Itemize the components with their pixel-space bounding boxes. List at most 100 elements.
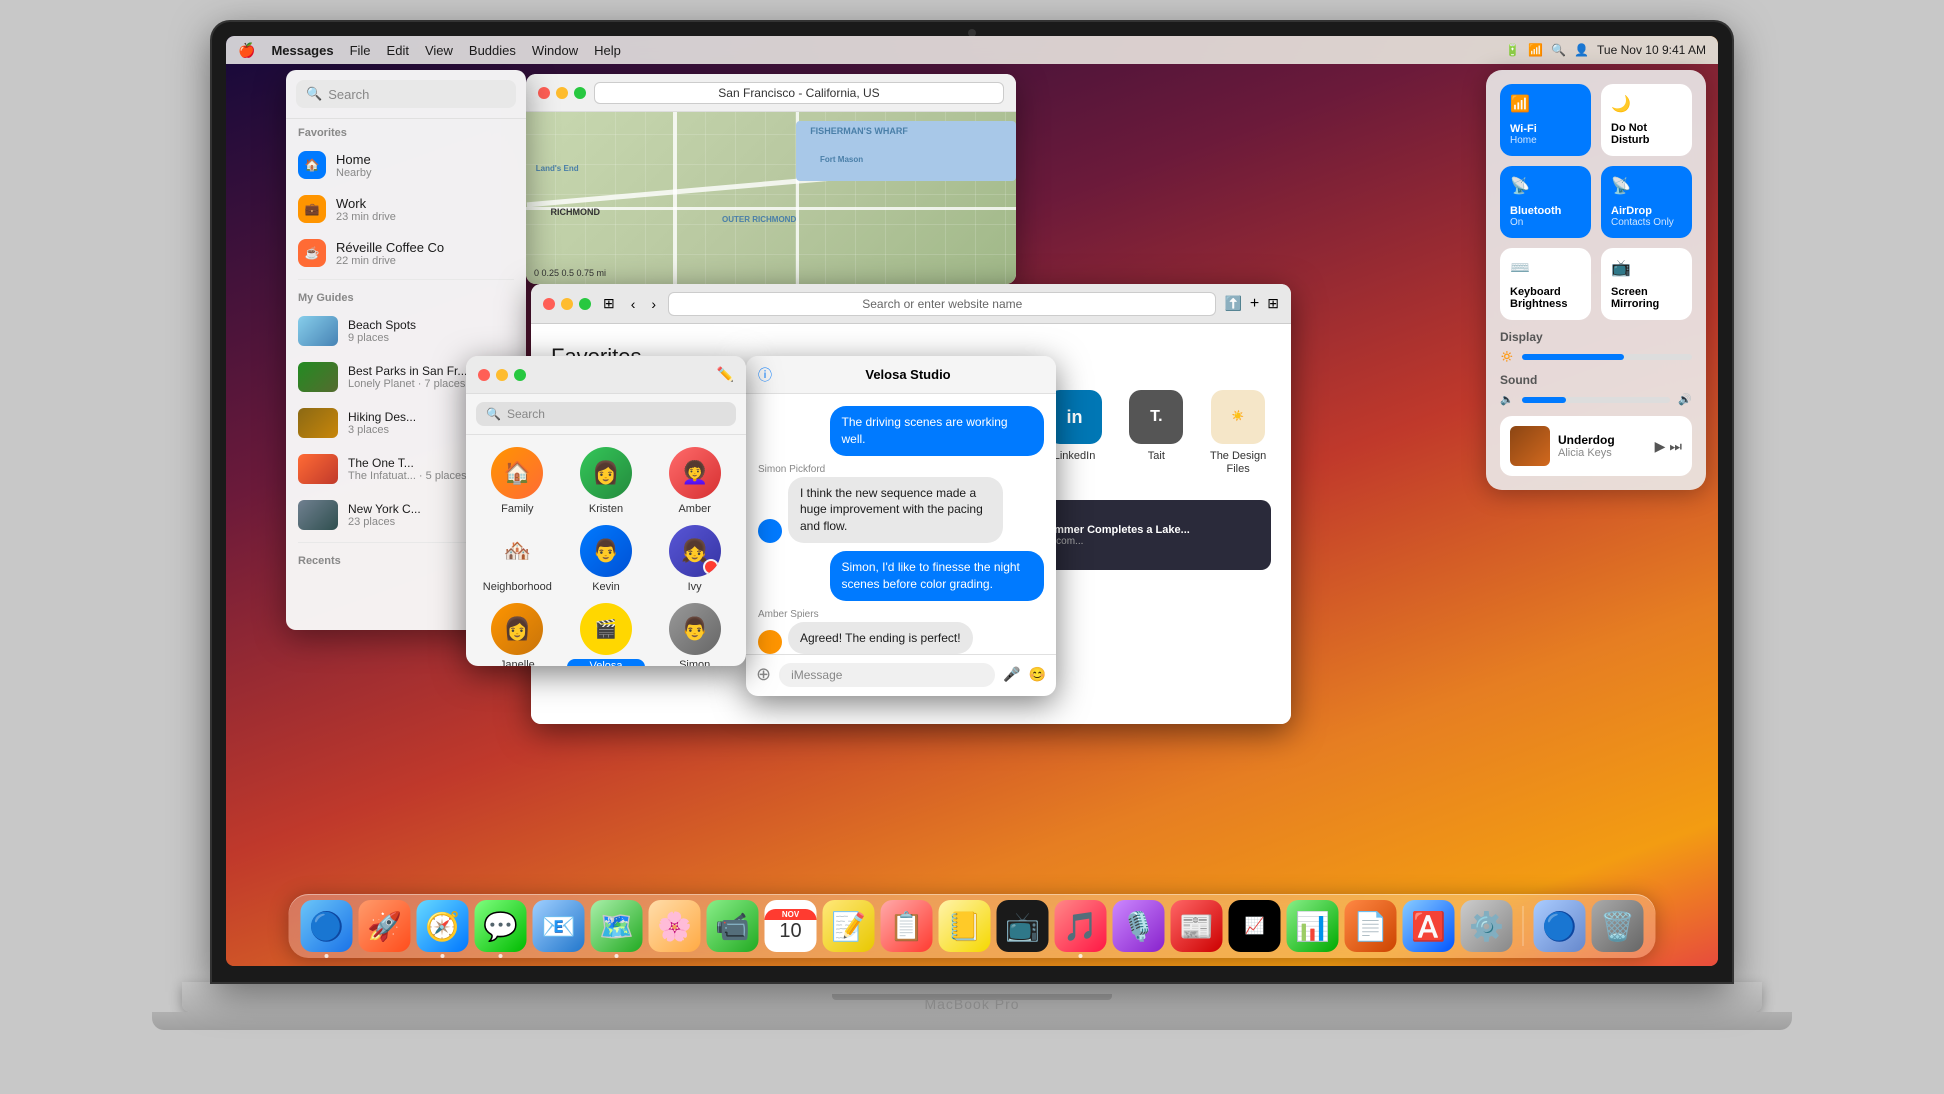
maps-home-item[interactable]: 🏠 Home Nearby <box>286 143 526 187</box>
safari-close-btn[interactable] <box>543 298 555 310</box>
cc-mirroring-tile[interactable]: 📺 Screen Mirroring <box>1601 248 1692 320</box>
thread-msg-4-row: Agreed! The ending is perfect! <box>758 622 1044 654</box>
messages-compose-btn[interactable]: ✏️ <box>717 366 734 383</box>
maps-map-view[interactable]: FISHERMAN'S WHARF Fort Mason RICHMOND La… <box>526 112 1016 284</box>
search-icon[interactable]: 🔍 <box>1551 43 1566 57</box>
contact-avatar-janelle: 👩 <box>491 603 543 655</box>
menu-view[interactable]: View <box>425 43 453 58</box>
skip-icon[interactable]: ⏭ <box>1669 438 1682 455</box>
menu-edit[interactable]: Edit <box>387 43 409 58</box>
dock-stocks[interactable]: 📈 <box>1229 900 1281 952</box>
messages-max-btn[interactable] <box>514 369 526 381</box>
active-app-name[interactable]: Messages <box>271 43 333 58</box>
dock-stickies[interactable]: 📝 <box>823 900 875 952</box>
messages-close-btn[interactable] <box>478 369 490 381</box>
maps-min-btn[interactable] <box>556 87 568 99</box>
contact-kevin[interactable]: 👨 Kevin <box>567 525 646 593</box>
thread-emoji-btn[interactable]: 😊 <box>1029 666 1046 683</box>
fav-item-tait[interactable]: T. Tait <box>1123 390 1189 476</box>
dock-facetime[interactable]: 📹 <box>707 900 759 952</box>
menu-window[interactable]: Window <box>532 43 578 58</box>
safari-back-btn[interactable]: ‹ <box>627 296 640 312</box>
safari-new-tab-btn[interactable]: + <box>1250 295 1259 313</box>
thread-msg-2-sender: Simon Pickford <box>758 464 1044 475</box>
dock-numbers[interactable]: 📊 <box>1287 900 1339 952</box>
menu-help[interactable]: Help <box>594 43 621 58</box>
safari-share-btn[interactable]: ⬆️ <box>1224 295 1241 312</box>
dock-reminders[interactable]: 📋 <box>881 900 933 952</box>
contact-velosa[interactable]: 🎬 Velosa Studio <box>567 603 646 666</box>
thread-messages: The driving scenes are working well. Sim… <box>746 394 1056 654</box>
dock-podcasts[interactable]: 🎙️ <box>1113 900 1165 952</box>
dock-calendar-date: 10 <box>779 920 801 943</box>
maps-search-box[interactable]: 🔍 Search <box>296 80 516 108</box>
dock-photos[interactable]: 🌸 <box>649 900 701 952</box>
contact-name-family: Family <box>501 503 533 515</box>
dock-music[interactable]: 🎵 <box>1055 900 1107 952</box>
contact-simon[interactable]: 👨 Simon <box>655 603 734 666</box>
dock-messages-icon: 💬 <box>483 910 518 943</box>
dock-notes[interactable]: 📒 <box>939 900 991 952</box>
contact-avatar-amber: 👩‍🦱 <box>669 447 721 499</box>
thread-info-btn[interactable]: ⓘ <box>758 365 772 385</box>
thread-msg-3: Simon, I'd like to finesse the night sce… <box>830 551 1045 601</box>
dock-siri[interactable]: 🔵 <box>1534 900 1586 952</box>
contact-kristen[interactable]: 👩 Kristen <box>567 447 646 515</box>
maps-guide-newyork-thumb <box>298 500 338 530</box>
fav-item-designfiles[interactable]: ☀️ The Design Files <box>1205 390 1271 476</box>
dock-calendar[interactable]: NOV 10 <box>765 900 817 952</box>
cc-wifi-tile[interactable]: 📶 Wi-Fi Home <box>1500 84 1591 156</box>
cc-display-slider[interactable] <box>1522 354 1692 360</box>
cc-playback-controls[interactable]: ▶ ⏭ <box>1655 438 1682 455</box>
dock-systemprefs[interactable]: ⚙️ <box>1461 900 1513 952</box>
contact-janelle[interactable]: 👩 Janelle <box>478 603 557 666</box>
dock-news[interactable]: 📰 <box>1171 900 1223 952</box>
cc-bluetooth-tile[interactable]: 📡 Bluetooth On <box>1500 166 1591 238</box>
thread-audio-btn[interactable]: 🎤 <box>1003 666 1020 683</box>
dock-finder[interactable]: 🔵 <box>301 900 353 952</box>
dock-maps[interactable]: 🗺️ <box>591 900 643 952</box>
safari-tabs-btn[interactable]: ⊞ <box>1267 295 1279 312</box>
maps-close-btn[interactable] <box>538 87 550 99</box>
safari-min-btn[interactable] <box>561 298 573 310</box>
dock-appstore[interactable]: 🅰️ <box>1403 900 1455 952</box>
safari-address-bar[interactable]: Search or enter website name <box>668 292 1216 316</box>
map-tile-bg: FISHERMAN'S WHARF Fort Mason RICHMOND La… <box>526 112 1016 284</box>
apple-menu[interactable]: 🍎 <box>238 42 255 59</box>
thread-input-area: ⊕ iMessage 🎤 😊 <box>746 654 1056 694</box>
menu-buddies[interactable]: Buddies <box>469 43 516 58</box>
maps-coffee-icon: ☕ <box>298 239 326 267</box>
cc-row-3: ⌨️ Keyboard Brightness 📺 Screen Mirrorin… <box>1500 248 1692 320</box>
thread-imessage-input[interactable]: iMessage <box>779 663 995 687</box>
messages-min-btn[interactable] <box>496 369 508 381</box>
dock-messages[interactable]: 💬 <box>475 900 527 952</box>
safari-max-btn[interactable] <box>579 298 591 310</box>
dock-pages[interactable]: 📄 <box>1345 900 1397 952</box>
maps-address-bar[interactable]: San Francisco - California, US <box>594 82 1004 104</box>
dock-launchpad[interactable]: 🚀 <box>359 900 411 952</box>
dock-mail[interactable]: 📧 <box>533 900 585 952</box>
cc-dnd-tile[interactable]: 🌙 Do Not Disturb <box>1601 84 1692 156</box>
dock-safari[interactable]: 🧭 <box>417 900 469 952</box>
messages-search-box[interactable]: 🔍 Search <box>476 402 736 426</box>
thread-apps-btn[interactable]: ⊕ <box>756 664 771 685</box>
maps-guide-beach[interactable]: Beach Spots 9 places <box>286 308 526 354</box>
message-thread-window: ⓘ Velosa Studio The driving scenes are w… <box>746 356 1056 696</box>
contact-neighborhood[interactable]: 🏘️ Neighborhood <box>478 525 557 593</box>
menu-file[interactable]: File <box>350 43 371 58</box>
contact-amber[interactable]: 👩‍🦱 Amber <box>655 447 734 515</box>
cc-sound-slider[interactable] <box>1522 397 1671 403</box>
thread-msg-2-row: I think the new sequence made a huge imp… <box>758 477 1044 543</box>
contact-family[interactable]: 🏠 Family <box>478 447 557 515</box>
play-icon[interactable]: ▶ <box>1655 438 1666 455</box>
safari-forward-btn[interactable]: › <box>647 296 660 312</box>
contact-ivy[interactable]: 👧 Ivy <box>655 525 734 593</box>
cc-airdrop-tile[interactable]: 📡 AirDrop Contacts Only <box>1601 166 1692 238</box>
dock-appletv[interactable]: 📺 <box>997 900 1049 952</box>
dock-trash[interactable]: 🗑️ <box>1592 900 1644 952</box>
maps-max-btn[interactable] <box>574 87 586 99</box>
cc-keyboard-tile[interactable]: ⌨️ Keyboard Brightness <box>1500 248 1591 320</box>
maps-work-item[interactable]: 💼 Work 23 min drive <box>286 187 526 231</box>
safari-sidebar-btn[interactable]: ⊞ <box>599 295 619 312</box>
maps-coffee-item[interactable]: ☕ Réveille Coffee Co 22 min drive <box>286 231 526 275</box>
